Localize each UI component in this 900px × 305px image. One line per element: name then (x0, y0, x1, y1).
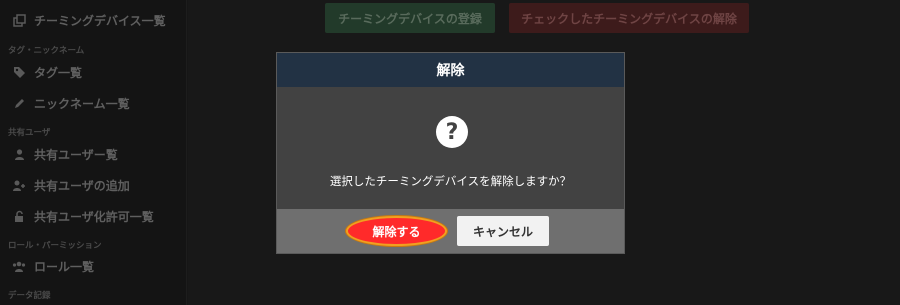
confirm-dialog: 解除 ? 選択したチーミングデバイスを解除しますか？ 解除する キャンセル (276, 52, 625, 254)
sidebar-item-shared-permission[interactable]: 共有ユーザ化許可一覧 (12, 205, 154, 227)
release-checked-devices-button[interactable]: チェックしたチーミングデバイスの解除 (509, 3, 749, 33)
sidebar-section-title: タグ・ニックネーム (8, 46, 85, 56)
dialog-footer: 解除する キャンセル (277, 209, 624, 253)
dialog-message: 選択したチーミングデバイスを解除しますか？ (329, 174, 572, 188)
sidebar-section-title: 共有ユーザ (8, 128, 51, 138)
sidebar-item-add-shared-user[interactable]: 共有ユーザの追加 (12, 174, 130, 196)
user-plus-icon (12, 178, 26, 192)
confirm-release-button[interactable]: 解除する (346, 216, 447, 246)
sidebar: チーミングデバイス一覧 タグ・ニックネーム タグ一覧 ニックネーム一覧 共有ユー… (0, 0, 187, 305)
sidebar-item-tags[interactable]: タグ一覧 (12, 61, 82, 83)
question-circle-icon: ? (436, 116, 468, 148)
sidebar-item-teaming-devices[interactable]: チーミングデバイス一覧 (12, 9, 166, 31)
sidebar-item-nicknames[interactable]: ニックネーム一覧 (12, 92, 130, 114)
sidebar-item-label: 共有ユーザ化許可一覧 (34, 209, 154, 224)
tag-icon (12, 65, 26, 79)
dialog-title: 解除 (277, 53, 624, 87)
sidebar-item-label: ニックネーム一覧 (34, 96, 130, 111)
cancel-button[interactable]: キャンセル (457, 216, 549, 246)
sidebar-item-roles[interactable]: ロール一覧 (12, 255, 94, 277)
dialog-body: ? 選択したチーミングデバイスを解除しますか？ (277, 87, 624, 209)
sidebar-item-label: 共有ユーザの追加 (34, 178, 130, 193)
pencil-icon (12, 96, 26, 110)
sidebar-item-label: 共有ユーザー覧 (34, 147, 118, 162)
copy-icon (12, 13, 26, 27)
register-teaming-device-button[interactable]: チーミングデバイスの登録 (325, 3, 495, 33)
sidebar-item-label: チーミングデバイス一覧 (34, 13, 166, 28)
sidebar-item-label: ロール一覧 (34, 259, 95, 274)
sidebar-section-title: ロール・パーミッション (8, 241, 102, 251)
sidebar-item-shared-users[interactable]: 共有ユーザー覧 (12, 143, 118, 165)
sidebar-item-label: タグ一覧 (34, 65, 83, 80)
users-icon (12, 259, 26, 273)
sidebar-section-title: データ記録 (8, 291, 51, 301)
unlock-icon (12, 209, 26, 223)
user-icon (12, 147, 26, 161)
